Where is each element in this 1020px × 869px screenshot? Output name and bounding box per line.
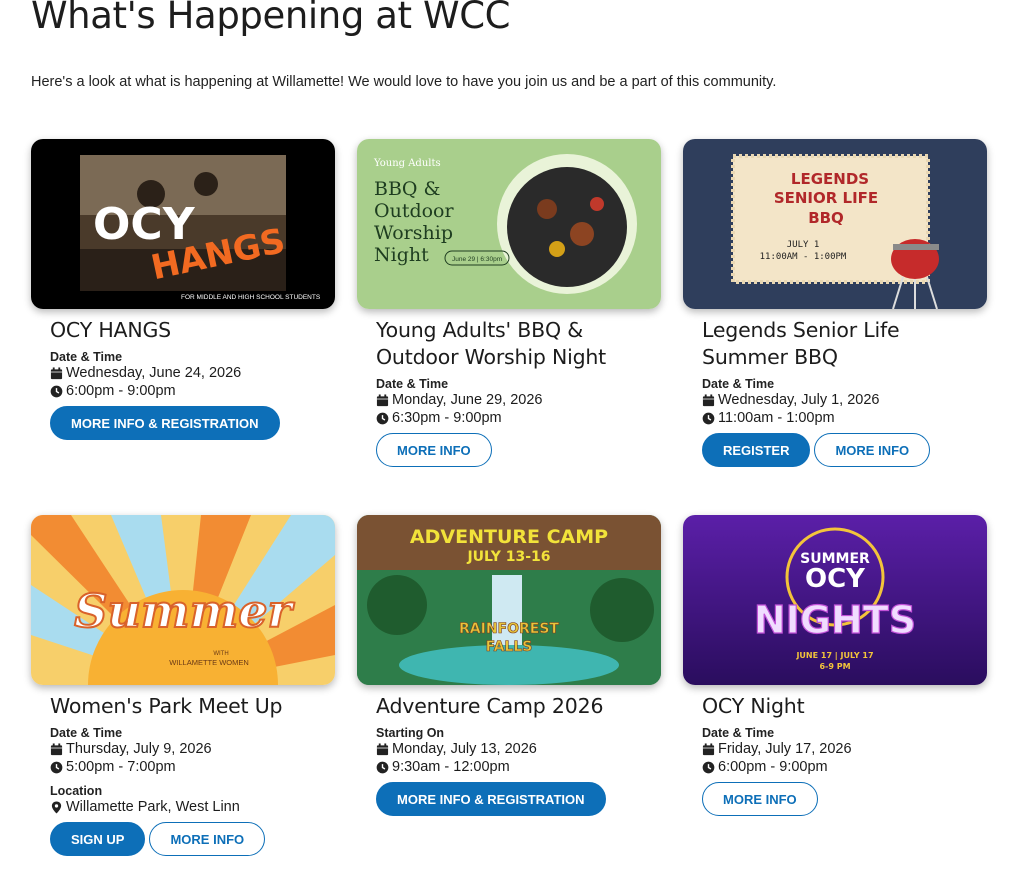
event-card: LEGENDS SENIOR LIFE BBQ JULY 1 11:00AM -… — [683, 139, 989, 467]
event-title[interactable]: OCY HANGS — [50, 317, 337, 344]
map-pin-icon — [51, 800, 62, 814]
image-text: June 29 | 6:30pm — [452, 256, 502, 263]
image-text: Outdoor — [374, 200, 454, 222]
image-text: Night — [374, 244, 429, 266]
clock-icon — [376, 412, 389, 424]
event-location: Willamette Park, West Linn — [50, 798, 337, 816]
event-card: SUMMER OCY NIGHTS JUNE 17 | JULY 17 6-9 … — [683, 515, 989, 816]
sign-up-button[interactable]: SIGN UP — [50, 822, 146, 856]
more-info-button[interactable]: MORE INFO — [149, 822, 266, 856]
calendar-icon — [376, 393, 389, 406]
image-text: FALLS — [486, 639, 533, 655]
event-title[interactable]: Young Adults' BBQ & Outdoor Worship Nigh… — [376, 317, 663, 371]
event-image-ocy-night[interactable]: SUMMER OCY NIGHTS JUNE 17 | JULY 17 6-9 … — [683, 515, 987, 685]
event-image-womens-meetup[interactable]: Summer WITH WILLAMETTE WOMEN — [31, 515, 335, 685]
register-button[interactable]: REGISTER — [702, 433, 811, 467]
calendar-icon — [376, 742, 389, 755]
calendar-icon — [50, 742, 63, 755]
image-text: BBQ & — [374, 178, 441, 200]
event-card: Young Adults BBQ & Outdoor Worship Night… — [357, 139, 663, 467]
date-time-label: Date & Time — [376, 377, 449, 391]
image-text: SENIOR LIFE — [774, 189, 878, 207]
event-image-adventure-camp[interactable]: ADVENTURE CAMP JULY 13-16 RAINFOREST FAL… — [357, 515, 661, 685]
calendar-icon — [702, 393, 715, 406]
calendar-icon — [702, 742, 715, 755]
event-time: 6:30pm - 9:00pm — [376, 409, 663, 427]
image-text: LEGENDS — [791, 170, 869, 188]
clock-icon — [376, 761, 389, 773]
image-text: WITH — [213, 651, 228, 657]
image-text: JULY 1 — [787, 240, 820, 250]
image-text: 11:00AM - 1:00PM — [760, 252, 847, 262]
event-title[interactable]: OCY Night — [702, 693, 989, 720]
event-title[interactable]: Adventure Camp 2026 — [376, 693, 663, 720]
event-time: 6:00pm - 9:00pm — [50, 382, 337, 400]
image-text: Summer — [74, 584, 295, 638]
image-text: RAINFOREST — [459, 621, 559, 637]
event-time: 11:00am - 1:00pm — [702, 409, 989, 427]
image-text: 6-9 PM — [819, 662, 850, 671]
event-card: OCY HANGS FOR MIDDLE AND HIGH SCHOOL STU… — [31, 139, 337, 440]
calendar-icon — [50, 366, 63, 379]
clock-icon — [50, 761, 63, 773]
date-time-label: Date & Time — [702, 377, 775, 391]
event-title[interactable]: Women's Park Meet Up — [50, 693, 337, 720]
image-text: JUNE 17 | JULY 17 — [795, 651, 873, 660]
starting-on-label: Starting On — [376, 726, 445, 740]
clock-icon — [702, 761, 715, 773]
event-title[interactable]: Legends Senior Life Summer BBQ — [702, 317, 989, 371]
date-time-label: Date & Time — [50, 726, 123, 740]
more-info-registration-button[interactable]: MORE INFO & REGISTRATION — [376, 782, 606, 816]
location-label: Location — [50, 784, 103, 798]
event-date: Wednesday, June 24, 2026 — [50, 364, 337, 382]
more-info-button[interactable]: MORE INFO — [376, 433, 492, 467]
event-date: Thursday, July 9, 2026 — [50, 740, 337, 758]
event-time: 9:30am - 12:00pm — [376, 758, 663, 776]
event-card: ADVENTURE CAMP JULY 13-16 RAINFOREST FAL… — [357, 515, 663, 816]
clock-icon — [50, 385, 63, 397]
intro-text: Here's a look at what is happening at Wi… — [31, 74, 777, 90]
image-text: JULY 13-16 — [466, 549, 550, 565]
event-date: Monday, June 29, 2026 — [376, 391, 663, 409]
event-image-legends-bbq[interactable]: LEGENDS SENIOR LIFE BBQ JULY 1 11:00AM -… — [683, 139, 987, 309]
event-date: Monday, July 13, 2026 — [376, 740, 663, 758]
date-time-label: Date & Time — [702, 726, 775, 740]
event-date: Friday, July 17, 2026 — [702, 740, 989, 758]
image-text: WILLAMETTE WOMEN — [169, 658, 249, 667]
image-text: Young Adults — [373, 158, 441, 169]
event-date: Wednesday, July 1, 2026 — [702, 391, 989, 409]
clock-icon — [702, 412, 715, 424]
more-info-button[interactable]: MORE INFO — [814, 433, 931, 467]
more-info-button[interactable]: MORE INFO — [702, 782, 818, 816]
image-text: Worship — [374, 222, 453, 244]
event-time: 5:00pm - 7:00pm — [50, 758, 337, 776]
image-text: ADVENTURE CAMP — [410, 526, 608, 548]
event-card: Summer WITH WILLAMETTE WOMEN Women's Par… — [31, 515, 337, 856]
more-info-registration-button[interactable]: MORE INFO & REGISTRATION — [50, 406, 280, 440]
image-text: BBQ — [808, 209, 844, 227]
image-text: NIGHTS — [754, 598, 916, 642]
page-title: What's Happening at WCC — [31, 0, 511, 37]
event-time: 6:00pm - 9:00pm — [702, 758, 989, 776]
date-time-label: Date & Time — [50, 350, 123, 364]
event-image-young-adults-bbq[interactable]: Young Adults BBQ & Outdoor Worship Night… — [357, 139, 661, 309]
image-caption: FOR MIDDLE AND HIGH SCHOOL STUDENTS — [181, 294, 321, 301]
event-image-ocy-hangs[interactable]: OCY HANGS FOR MIDDLE AND HIGH SCHOOL STU… — [31, 139, 335, 309]
image-text: OCY — [805, 564, 866, 594]
